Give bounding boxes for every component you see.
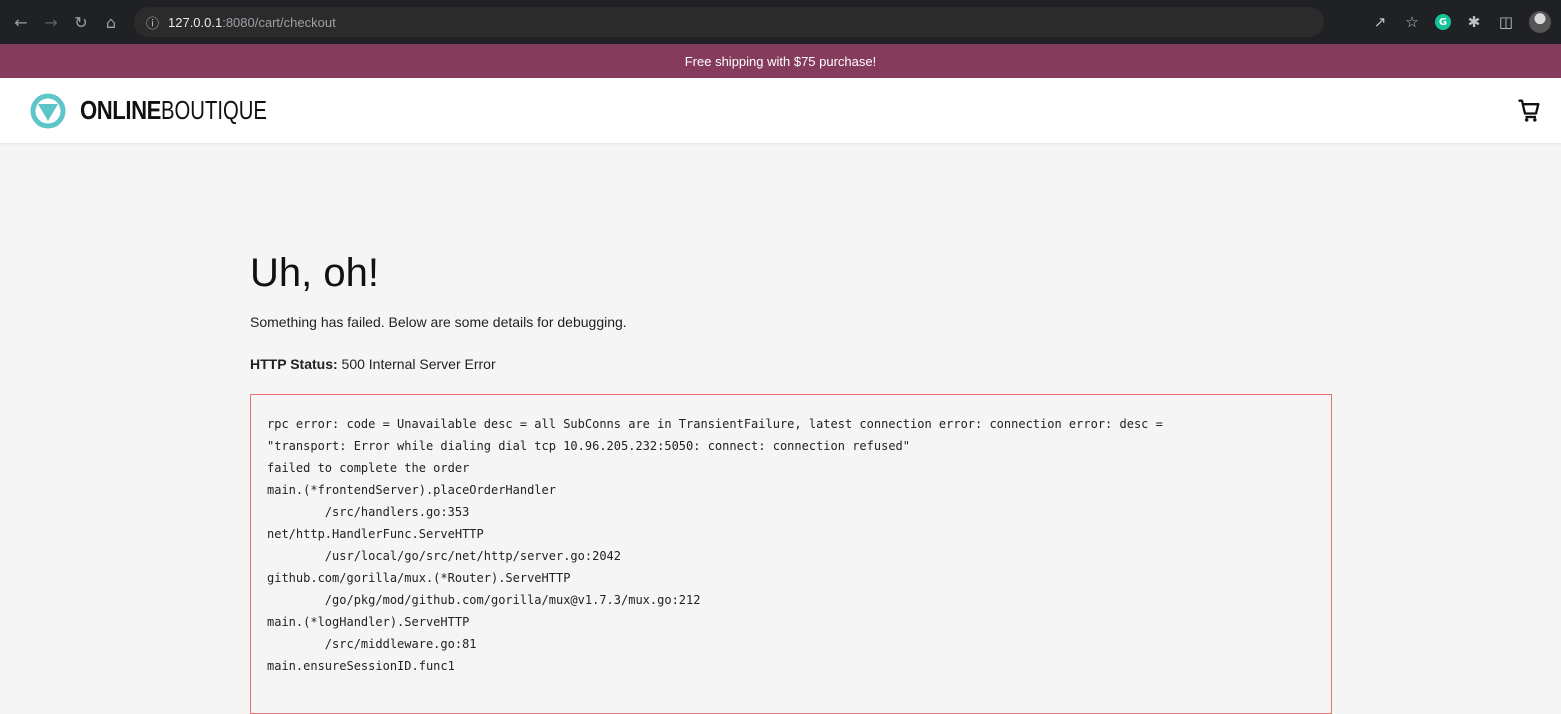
reload-button[interactable]: ↻ [68, 9, 94, 35]
trace-line: /src/middleware.go:81 [267, 637, 477, 651]
trace-line: main.ensureSessionID.func1 [267, 659, 455, 673]
http-status: HTTP Status: 500 Internal Server Error [250, 356, 496, 372]
browser-toolbar: ← → ↻ ⌂ ⓘ 127.0.0.1:8080/cart/checkout ↗… [0, 0, 1561, 44]
trace-line: /src/handlers.go:353 [267, 505, 470, 519]
trace-line: main.(*logHandler).ServeHTTP [267, 615, 470, 629]
arrow-right-icon: → [44, 12, 58, 32]
cart-icon[interactable] [1515, 96, 1543, 124]
trace-line: "transport: Error while dialing dial tcp… [267, 439, 910, 453]
back-button[interactable]: ← [8, 9, 34, 35]
promo-text: Free shipping with $75 purchase! [684, 53, 877, 69]
trace-line: net/http.HandlerFunc.ServeHTTP [267, 527, 484, 541]
toolbar-actions: ↗ ☆ G ✱ ◫ [1371, 7, 1551, 37]
share-icon[interactable]: ↗ [1371, 13, 1389, 31]
promo-banner: Free shipping with $75 purchase! [0, 44, 1561, 78]
trace-line: /go/pkg/mod/github.com/gorilla/mux@v1.7.… [267, 593, 701, 607]
trace-line: failed to complete the order [267, 461, 470, 475]
site-info-icon[interactable]: ⓘ [146, 13, 168, 32]
error-message: Something has failed. Below are some det… [250, 314, 627, 330]
profile-avatar[interactable] [1529, 11, 1551, 33]
trace-line: main.(*frontendServer).placeOrderHandler [267, 483, 556, 497]
site-header: ONLINE BOUTIQUE [0, 78, 1561, 143]
logo-icon [30, 93, 66, 128]
home-button[interactable]: ⌂ [98, 9, 124, 35]
trace-line: rpc error: code = Unavailable desc = all… [267, 417, 1163, 431]
error-trace: rpc error: code = Unavailable desc = all… [267, 413, 1315, 677]
trace-line: /usr/local/go/src/net/http/server.go:204… [267, 549, 622, 563]
trace-line: github.com/gorilla/mux.(*Router).ServeHT… [267, 571, 571, 585]
bookmark-star-icon[interactable]: ☆ [1403, 13, 1421, 31]
site-logo[interactable]: ONLINE BOUTIQUE [30, 93, 297, 129]
http-status-label: HTTP Status: [250, 356, 338, 372]
forward-button[interactable]: → [38, 9, 64, 35]
arrow-left-icon: ← [14, 12, 28, 32]
error-title: Uh, oh! [250, 251, 379, 295]
home-icon: ⌂ [105, 12, 117, 32]
brand-name-bold: ONLINE [80, 95, 161, 125]
http-status-value: 500 Internal Server Error [341, 356, 496, 372]
brand-name-light: BOUTIQUE [161, 95, 268, 125]
address-bar[interactable]: ⓘ 127.0.0.1:8080/cart/checkout [134, 7, 1324, 37]
url-path: :8080/cart/checkout [222, 14, 336, 30]
error-trace-box[interactable]: rpc error: code = Unavailable desc = all… [250, 394, 1332, 714]
url-host: 127.0.0.1 [168, 14, 223, 30]
side-panel-icon[interactable]: ◫ [1497, 13, 1515, 31]
grammarly-icon[interactable]: G [1435, 14, 1451, 30]
reload-icon: ↻ [74, 12, 88, 32]
extensions-puzzle-icon[interactable]: ✱ [1465, 13, 1483, 31]
